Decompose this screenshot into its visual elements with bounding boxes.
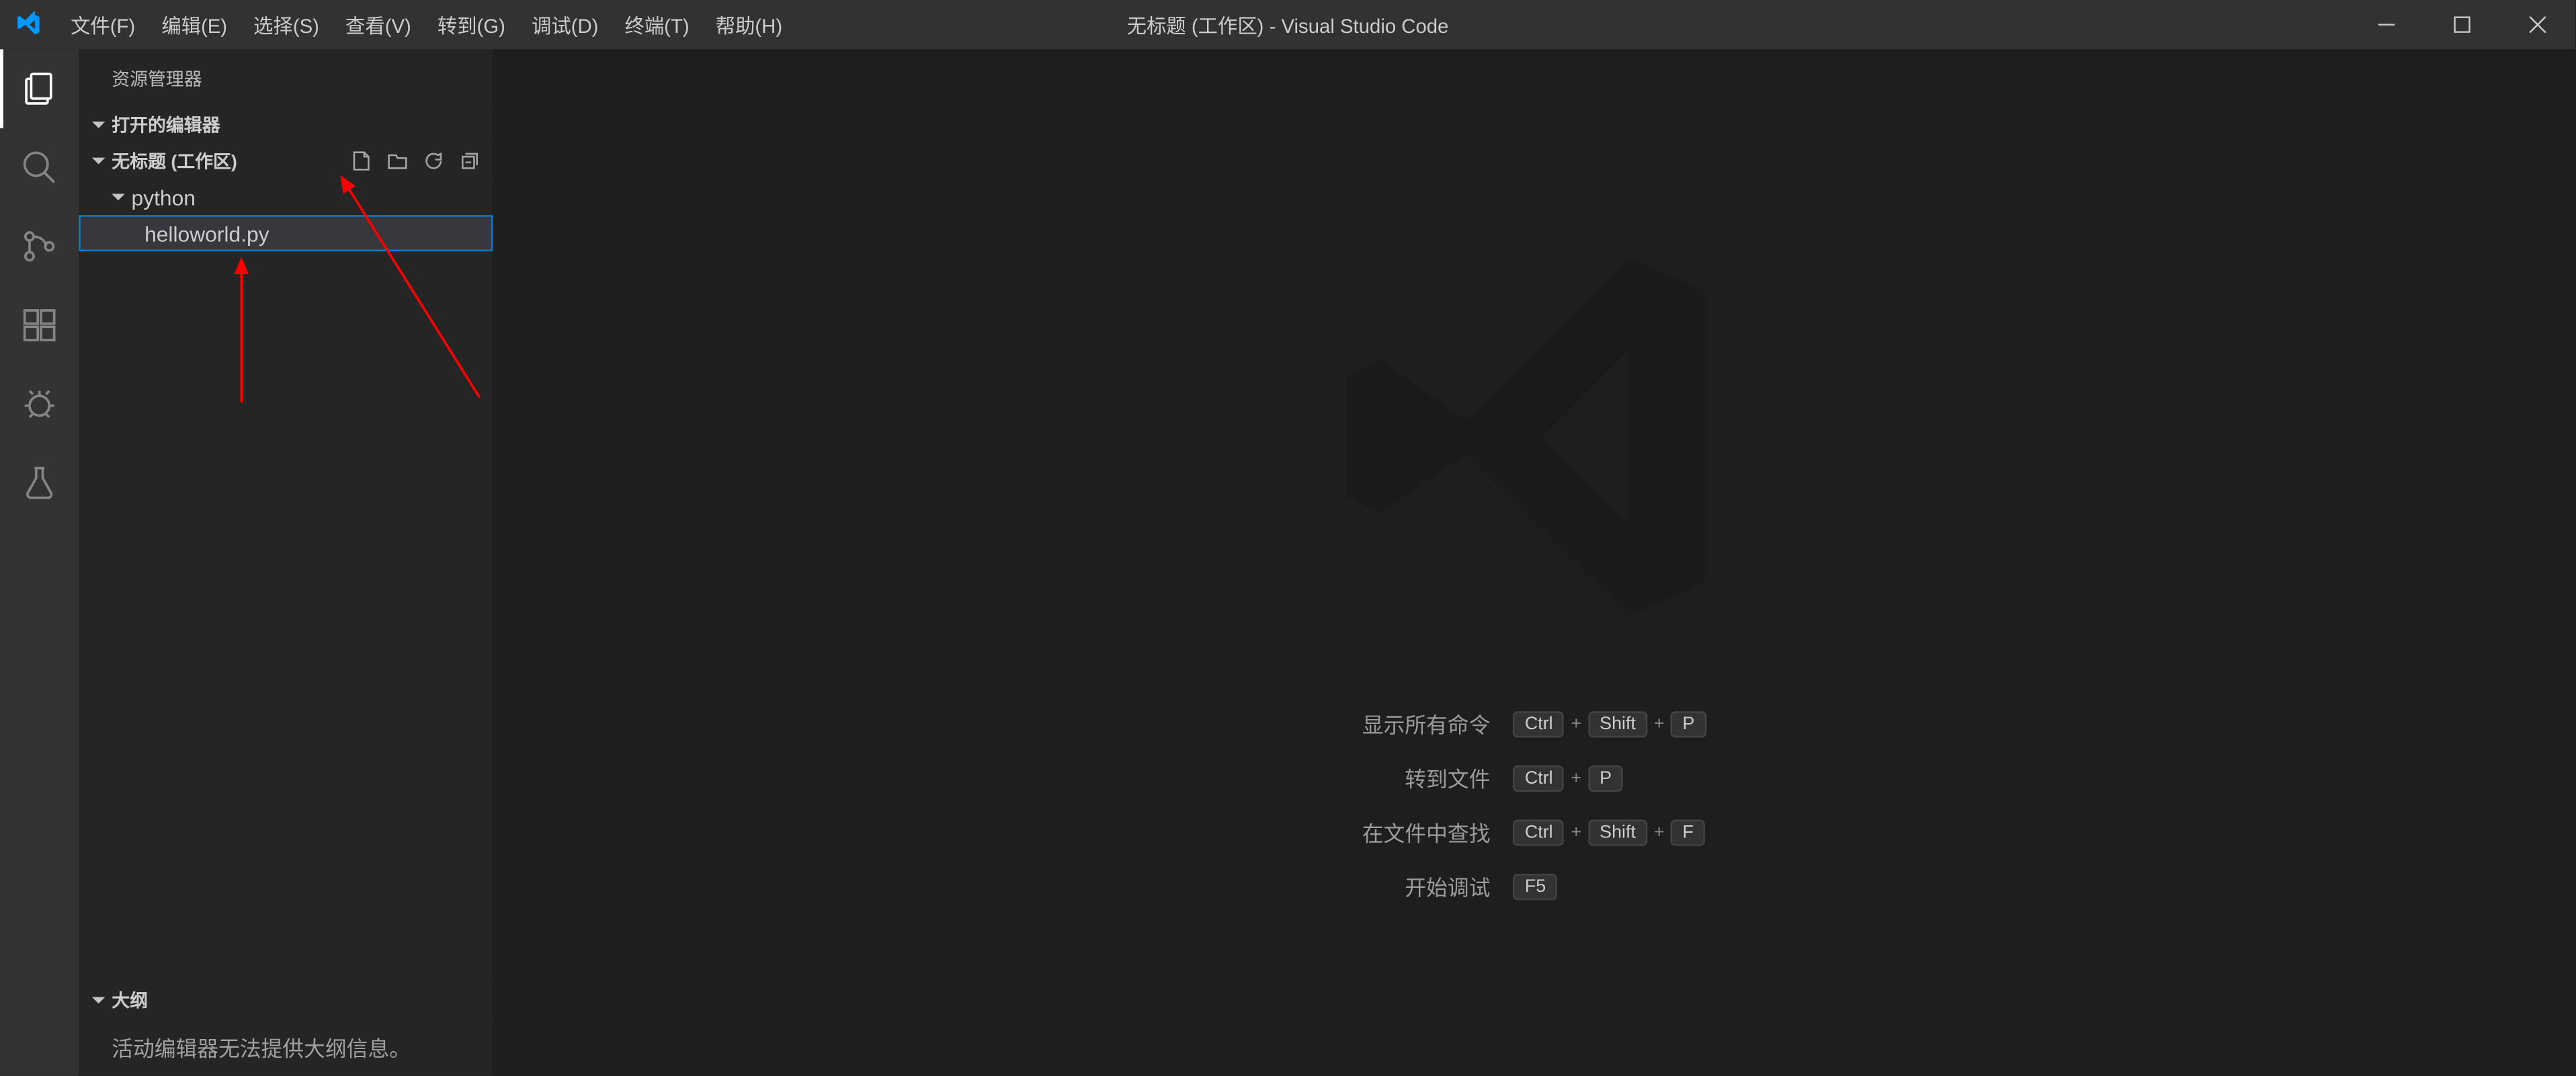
tree-file-helloworld[interactable]: helloworld.py <box>79 215 493 251</box>
key: Ctrl <box>1513 765 1565 791</box>
key: Ctrl <box>1513 819 1565 845</box>
welcome-shortcuts: 显示所有命令 Ctrl+ Shift+ P 转到文件 Ctrl+ P 在文件中查… <box>1362 708 1706 901</box>
key: F <box>1671 819 1705 845</box>
folder-label: python <box>132 185 196 210</box>
collapse-all-icon[interactable] <box>454 144 487 177</box>
shortcut-label: 转到文件 <box>1362 762 1491 793</box>
chevron-down-icon <box>85 992 112 1008</box>
menu-debug[interactable]: 调试(D) <box>518 0 612 49</box>
menu-help[interactable]: 帮助(H) <box>702 0 796 49</box>
activity-bar <box>0 49 79 1076</box>
menu-bar: 文件(F) 编辑(E) 选择(S) 查看(V) 转到(G) 调试(D) 终端(T… <box>58 0 796 49</box>
window-controls <box>2349 0 2575 49</box>
menu-file[interactable]: 文件(F) <box>58 0 149 49</box>
shortcut-label: 显示所有命令 <box>1362 708 1491 739</box>
chevron-down-icon <box>85 153 112 169</box>
close-button[interactable] <box>2500 0 2575 49</box>
maximize-button[interactable] <box>2424 0 2499 49</box>
activity-explorer[interactable] <box>0 49 79 128</box>
menu-edit[interactable]: 编辑(E) <box>149 0 241 49</box>
key: Ctrl <box>1513 710 1565 737</box>
file-label: helloworld.py <box>144 221 269 246</box>
activity-test[interactable] <box>0 444 79 522</box>
shortcut-keys: F5 <box>1513 873 1706 899</box>
chevron-down-icon <box>105 189 131 205</box>
window-title: 无标题 (工作区) - Visual Studio Code <box>1127 11 1449 39</box>
titlebar: 文件(F) 编辑(E) 选择(S) 查看(V) 转到(G) 调试(D) 终端(T… <box>0 0 2575 49</box>
activity-search[interactable] <box>0 128 79 207</box>
shortcut-label: 在文件中查找 <box>1362 817 1491 847</box>
sidebar-title: 资源管理器 <box>79 49 493 107</box>
section-outline[interactable]: 大纲 <box>79 983 493 1019</box>
editor-area: 显示所有命令 Ctrl+ Shift+ P 转到文件 Ctrl+ P 在文件中查… <box>493 49 2575 1076</box>
key: Shift <box>1588 819 1647 845</box>
section-label: 无标题 (工作区) <box>112 148 237 174</box>
sidebar: 资源管理器 打开的编辑器 无标题 (工作区) <box>79 49 493 1076</box>
section-open-editors[interactable]: 打开的编辑器 <box>79 107 493 143</box>
file-tree: python helloworld.py <box>79 179 493 982</box>
shortcut-keys: Ctrl+ Shift+ P <box>1513 710 1706 737</box>
outline-message: 活动编辑器无法提供大纲信息。 <box>79 1018 493 1076</box>
vscode-watermark-icon <box>1321 223 1747 659</box>
shortcut-keys: Ctrl+ P <box>1513 765 1706 791</box>
key: P <box>1671 710 1706 737</box>
vscode-logo <box>0 11 58 38</box>
menu-view[interactable]: 查看(V) <box>332 0 424 49</box>
section-workspace[interactable]: 无标题 (工作区) <box>79 143 493 179</box>
key: P <box>1588 765 1623 791</box>
activity-debug[interactable] <box>0 365 79 444</box>
key: Shift <box>1588 710 1647 737</box>
tree-folder-python[interactable]: python <box>79 179 493 215</box>
menu-go[interactable]: 转到(G) <box>424 0 518 49</box>
section-label: 打开的编辑器 <box>112 112 220 138</box>
new-folder-icon[interactable] <box>381 144 414 177</box>
shortcut-keys: Ctrl+ Shift+ F <box>1513 819 1706 845</box>
section-label: 大纲 <box>112 987 148 1013</box>
refresh-icon[interactable] <box>417 144 450 177</box>
shortcut-label: 开始调试 <box>1362 870 1491 901</box>
activity-extensions[interactable] <box>0 286 79 364</box>
chevron-down-icon <box>85 117 112 133</box>
new-file-icon[interactable] <box>345 144 378 177</box>
menu-terminal[interactable]: 终端(T) <box>612 0 702 49</box>
minimize-button[interactable] <box>2349 0 2424 49</box>
menu-selection[interactable]: 选择(S) <box>241 0 333 49</box>
activity-source-control[interactable] <box>0 207 79 286</box>
key: F5 <box>1513 873 1558 899</box>
